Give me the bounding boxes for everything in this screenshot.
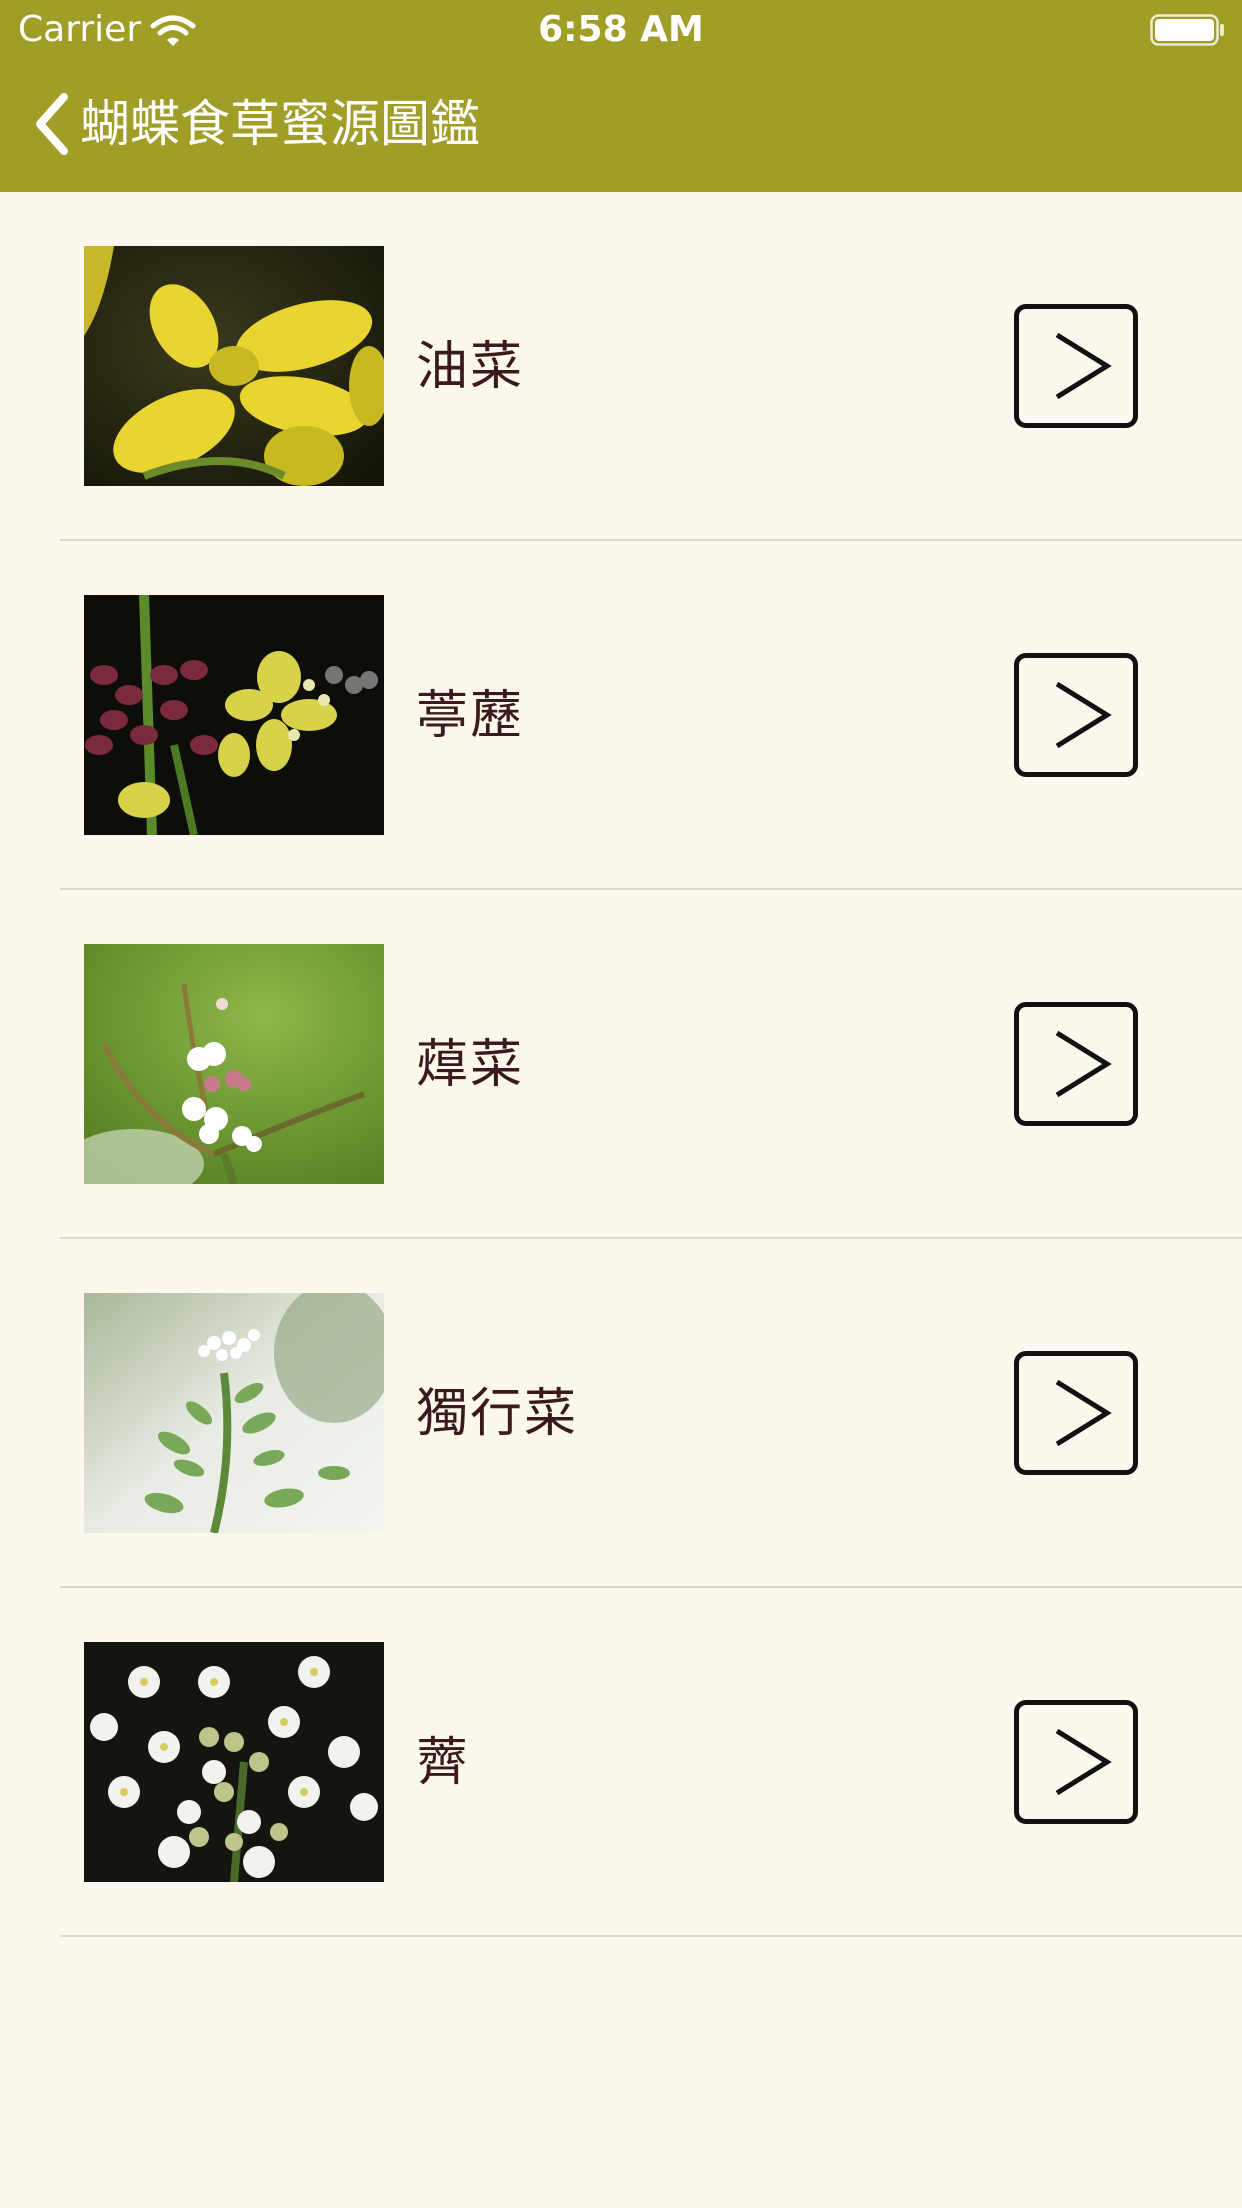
plant-thumbnail [84,944,384,1184]
plant-thumbnail [84,595,384,835]
detail-button[interactable] [1014,1700,1138,1824]
header: Carrier 6:58 AM 蝴蝶食草蜜源圖鑑 [0,0,1242,192]
plant-name: 油菜 [416,337,525,397]
plant-list: 油菜 葶藶 蔊菜 獨行菜 薺 [0,192,1242,1937]
detail-button[interactable] [1014,1002,1138,1126]
plant-name: 獨行菜 [416,1384,579,1444]
battery-icon [1150,14,1224,46]
list-item[interactable]: 薺 [0,1588,1242,1937]
plant-name: 葶藶 [416,686,525,746]
status-time: 6:58 AM [538,9,704,50]
plant-thumbnail [84,1293,384,1533]
list-item[interactable]: 葶藶 [0,541,1242,890]
detail-button[interactable] [1014,1351,1138,1475]
chevron-right-icon [1055,1728,1112,1796]
chevron-right-icon [1055,1379,1112,1447]
chevron-right-icon [1055,681,1112,749]
navigation-bar: 蝴蝶食草蜜源圖鑑 [0,60,1242,192]
page-title: 蝴蝶食草蜜源圖鑑 [80,95,480,153]
row-divider [60,1935,1242,1937]
chevron-left-icon [36,93,68,155]
plant-name: 蔊菜 [416,1035,525,1095]
back-button[interactable]: 蝴蝶食草蜜源圖鑑 [30,88,480,160]
plant-thumbnail [84,1642,384,1882]
plant-thumbnail [84,246,384,486]
chevron-right-icon [1055,332,1112,400]
list-item[interactable]: 獨行菜 [0,1239,1242,1588]
detail-button[interactable] [1014,653,1138,777]
status-bar: Carrier 6:58 AM [0,0,1242,60]
list-item[interactable]: 油菜 [0,192,1242,541]
list-item[interactable]: 蔊菜 [0,890,1242,1239]
plant-name: 薺 [416,1733,471,1793]
chevron-right-icon [1055,1030,1112,1098]
detail-button[interactable] [1014,304,1138,428]
